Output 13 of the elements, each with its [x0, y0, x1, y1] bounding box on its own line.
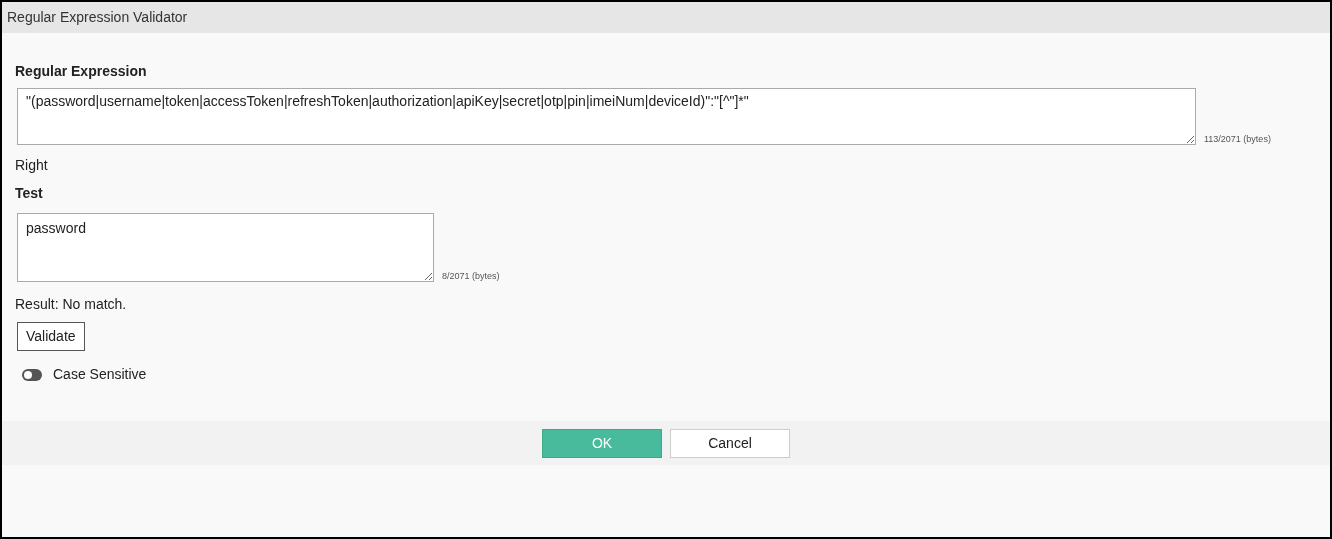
toggle-switch[interactable] [22, 368, 42, 381]
field-label: Test [15, 184, 44, 203]
status-text: Right [15, 156, 49, 175]
byte-counter: 113/2071 (bytes) [1204, 132, 1271, 146]
test-input[interactable]: password [17, 213, 434, 282]
window-title: Regular Expression Validator [7, 8, 188, 27]
validate-button[interactable]: Validate [17, 322, 85, 351]
result-text: Result: No match. [15, 295, 128, 314]
toggle-label: Case Sensitive [53, 365, 147, 384]
byte-counter: 8/2071 (bytes) [442, 269, 500, 283]
cancel-button[interactable]: Cancel [670, 428, 790, 458]
regex-input[interactable]: "(password|username|token|accessToken|refreshToken|authorization|apiKey|secret|otp|pin|imeiNum|deviceId)":"[^"]*" [17, 88, 1196, 145]
field-label: Regular Expression [15, 62, 148, 81]
